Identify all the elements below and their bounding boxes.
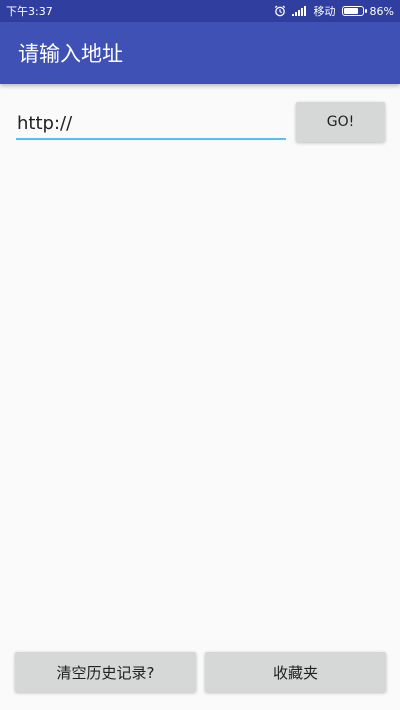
carrier-label: 移动 xyxy=(313,5,336,18)
battery-icon xyxy=(341,6,367,16)
clear-history-button[interactable]: 清空历史记录? xyxy=(15,652,196,692)
status-time: 下午3:37 xyxy=(6,5,53,18)
app-bar: 请输入地址 xyxy=(0,22,400,84)
status-bar: 下午3:37 移动 86% xyxy=(0,0,400,22)
favorites-button[interactable]: 收藏夹 xyxy=(205,652,386,692)
battery-percent: 86% xyxy=(369,4,394,18)
status-right-group: 移动 86% xyxy=(274,3,394,19)
alarm-icon xyxy=(274,5,286,17)
bottom-button-bar: 清空历史记录? 收藏夹 xyxy=(15,652,386,692)
go-button[interactable]: GO! xyxy=(296,102,385,142)
url-row: GO! xyxy=(16,100,386,144)
signal-icon xyxy=(291,6,308,16)
url-input[interactable] xyxy=(16,108,286,140)
page-title: 请输入地址 xyxy=(18,42,123,66)
battery-fill xyxy=(343,8,359,14)
